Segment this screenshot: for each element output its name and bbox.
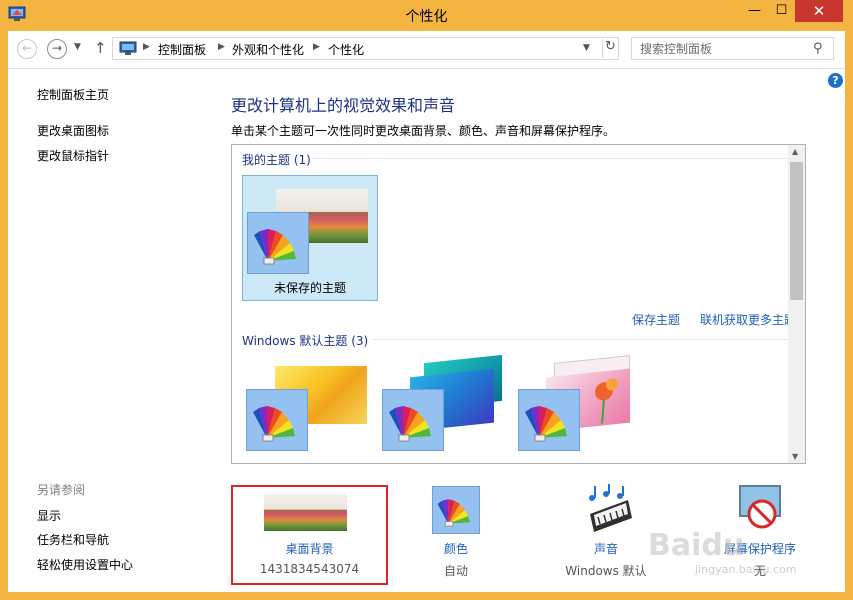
back-button[interactable]: ← bbox=[17, 39, 37, 59]
annotation-highlight-box bbox=[231, 485, 388, 585]
color-palette-icon bbox=[432, 486, 480, 534]
maximize-button[interactable]: ☐ bbox=[768, 0, 795, 22]
sidebar-link-control-panel-home[interactable]: 控制面板主页 bbox=[37, 86, 109, 103]
theme-list: 我的主题 (1) 未保存的主题 保存主题 联机获取更多主题 Windows 默认… bbox=[231, 144, 806, 464]
sidebar-link-display[interactable]: 显示 bbox=[37, 507, 61, 524]
arrow-right-icon: → bbox=[51, 41, 63, 55]
color-fan-icon bbox=[437, 499, 470, 527]
baidu-watermark: Baidu bbox=[648, 528, 745, 563]
search-input[interactable] bbox=[632, 38, 807, 59]
color-palette-icon bbox=[246, 389, 308, 451]
sound-setting[interactable]: 声音 Windows 默认 bbox=[556, 484, 656, 584]
color-label: 颜色 bbox=[443, 542, 468, 556]
color-fan-icon bbox=[254, 229, 296, 265]
windows-default-themes-header: Windows 默认主题 (3) bbox=[242, 334, 369, 348]
theme-tile-lines-and-colors[interactable] bbox=[382, 354, 518, 463]
sidebar-link-ease-of-access[interactable]: 轻松使用设置中心 bbox=[37, 556, 133, 573]
scroll-up-icon[interactable]: ▲ bbox=[792, 147, 798, 156]
control-panel-icon bbox=[119, 41, 137, 55]
chevron-down-icon: ▼ bbox=[583, 43, 590, 53]
color-setting[interactable]: 颜色 自动 bbox=[406, 484, 506, 584]
minimize-button[interactable]: — bbox=[741, 0, 768, 22]
sound-keyboard-icon bbox=[589, 484, 632, 532]
scroll-down-icon[interactable]: ▼ bbox=[792, 452, 798, 461]
close-button[interactable]: ✕ bbox=[795, 0, 843, 22]
get-more-themes-link[interactable]: 联机获取更多主题 bbox=[700, 311, 796, 328]
window-frame-bottom bbox=[0, 592, 853, 600]
group-divider bbox=[372, 339, 802, 340]
window-client-area: ← → ▼ ↑ ▶ 控制面板 ▶ 外观和个性化 ▶ 个性化 ▼ ↻ ⚲ ? 控制… bbox=[8, 31, 845, 592]
up-level-button[interactable]: ↑ bbox=[94, 39, 107, 57]
recent-locations-dropdown[interactable]: ▼ bbox=[74, 42, 81, 52]
search-box[interactable]: ⚲ bbox=[631, 37, 834, 60]
theme-tile-unsaved[interactable]: 未保存的主题 bbox=[242, 175, 378, 301]
color-palette-icon bbox=[382, 389, 444, 451]
help-icon[interactable]: ? bbox=[828, 73, 843, 88]
breadcrumb-separator-icon: ▶ bbox=[218, 42, 225, 52]
theme-list-scrollbar[interactable]: ▲ ▼ bbox=[788, 145, 805, 463]
address-bar[interactable]: ▶ 控制面板 ▶ 外观和个性化 ▶ 个性化 ▼ ↻ bbox=[112, 37, 619, 60]
theme-tile-flowers[interactable] bbox=[518, 355, 654, 463]
color-fan-icon bbox=[389, 406, 431, 442]
sidebar-link-taskbar-navigation[interactable]: 任务栏和导航 bbox=[37, 531, 109, 548]
baidu-watermark-url: jingyan.baidu.com bbox=[695, 563, 797, 576]
breadcrumb-appearance[interactable]: 外观和个性化 bbox=[232, 41, 304, 58]
theme-tile-windows[interactable] bbox=[242, 359, 378, 463]
my-themes-header: 我的主题 (1) bbox=[242, 153, 311, 167]
window-frame-right bbox=[845, 31, 853, 600]
sound-value: Windows 默认 bbox=[565, 564, 647, 578]
color-palette-icon bbox=[247, 212, 309, 274]
breadcrumb-separator-icon: ▶ bbox=[143, 42, 150, 52]
search-icon[interactable]: ⚲ bbox=[813, 41, 823, 56]
color-fan-icon bbox=[253, 406, 295, 442]
arrow-up-icon: ↑ bbox=[94, 39, 107, 57]
screen-saver-icon bbox=[739, 485, 781, 529]
see-also-heading: 另请参阅 bbox=[37, 483, 86, 497]
group-divider bbox=[312, 158, 792, 159]
theme-tile-label: 未保存的主题 bbox=[273, 281, 346, 295]
page-title: 更改计算机上的视觉效果和声音 bbox=[231, 96, 456, 115]
breadcrumb-control-panel[interactable]: 控制面板 bbox=[158, 41, 206, 58]
save-theme-link[interactable]: 保存主题 bbox=[632, 311, 680, 328]
color-fan-icon bbox=[525, 406, 567, 442]
breadcrumb-separator-icon: ▶ bbox=[313, 42, 320, 52]
window-frame-left bbox=[0, 31, 8, 600]
arrow-left-icon: ← bbox=[21, 41, 33, 55]
color-value: 自动 bbox=[443, 564, 468, 578]
chevron-down-icon: ▼ bbox=[74, 42, 81, 52]
forward-button[interactable]: → bbox=[47, 39, 67, 59]
sidebar-link-mouse-pointers[interactable]: 更改鼠标指针 bbox=[37, 147, 109, 164]
sound-label: 声音 bbox=[593, 542, 618, 556]
color-palette-icon bbox=[518, 389, 580, 451]
refresh-icon: ↻ bbox=[605, 39, 616, 54]
breadcrumb-personalization[interactable]: 个性化 bbox=[328, 41, 364, 58]
window-title: 个性化 bbox=[405, 9, 448, 25]
sidebar-link-desktop-icons[interactable]: 更改桌面图标 bbox=[37, 122, 109, 139]
page-description: 单击某个主题可一次性同时更改桌面背景、颜色、声音和屏幕保护程序。 bbox=[231, 124, 616, 138]
navigation-bar: ← → ▼ ↑ ▶ 控制面板 ▶ 外观和个性化 ▶ 个性化 ▼ ↻ ⚲ bbox=[8, 31, 845, 69]
refresh-button[interactable]: ↻ bbox=[602, 39, 618, 58]
scrollbar-thumb[interactable] bbox=[790, 162, 803, 300]
address-history-dropdown[interactable]: ▼ bbox=[583, 43, 590, 53]
